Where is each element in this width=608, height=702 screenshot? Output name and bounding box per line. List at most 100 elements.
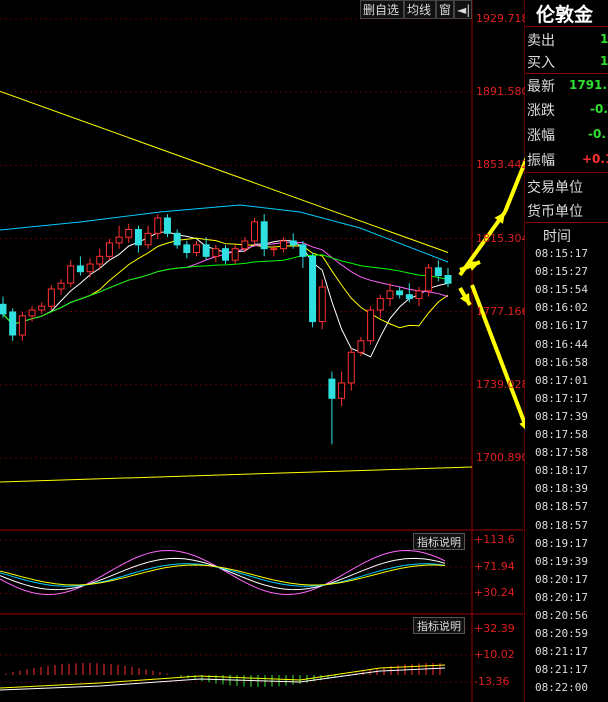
candle-body	[251, 221, 259, 242]
indicator-help-button-2[interactable]: 指标说明	[413, 617, 465, 634]
price-tick-label: 1853.442	[476, 158, 529, 172]
amplitude-label: 振幅	[527, 153, 555, 169]
candle-body	[76, 265, 84, 273]
price-tick-label: 1700.890	[476, 451, 529, 464]
oscillator-tick-label: +113.6	[474, 533, 515, 547]
oscillator-panels	[0, 549, 446, 691]
time-item: 08:19:17	[535, 536, 588, 550]
candle-body	[405, 294, 413, 300]
candle-body	[96, 255, 104, 265]
candle-body	[376, 298, 384, 311]
moving-average-lines	[0, 90, 449, 358]
time-header: 时间	[543, 229, 571, 245]
oscillator-tick-label: +32.39	[474, 621, 515, 635]
time-item: 08:19:39	[535, 554, 588, 568]
candle-body	[425, 267, 433, 292]
candle-body	[270, 248, 278, 251]
candle-body	[280, 240, 288, 250]
candle-body	[105, 242, 113, 257]
change-value: -0.	[590, 102, 608, 116]
candles	[0, 214, 452, 445]
trend-line	[0, 90, 449, 253]
candle-body	[86, 263, 94, 273]
price-tick-label: 1777.166	[476, 304, 529, 318]
delete-watchlist-button[interactable]: 删自选	[360, 0, 404, 19]
price-tick-label: 1891.580	[476, 85, 529, 99]
candle-body	[183, 244, 191, 254]
price-chart	[0, 0, 606, 702]
candle-body	[328, 378, 336, 399]
ma-line	[2, 254, 449, 326]
candle-body	[386, 290, 394, 300]
candle-body	[444, 275, 452, 284]
sell-value: 1	[600, 32, 608, 46]
buy-label: 买入	[527, 55, 555, 71]
time-item: 08:16:44	[535, 337, 588, 351]
time-item: 08:20:17	[535, 572, 588, 586]
candle-body	[18, 315, 26, 336]
indicator-help-button-1[interactable]: 指标说明	[413, 533, 465, 550]
time-item: 08:21:17	[535, 645, 588, 659]
candle-body	[202, 244, 210, 257]
candle-body	[434, 267, 442, 277]
amplitude-value: +0.1	[582, 152, 608, 166]
time-item: 08:17:17	[535, 391, 588, 405]
currency-unit-label: 货币单位	[527, 204, 583, 220]
price-tick-label: 1815.304	[476, 231, 529, 245]
grid-lines	[0, 0, 526, 702]
candle-body	[241, 240, 249, 250]
candle-body	[231, 248, 239, 261]
time-item: 08:20:17	[535, 590, 588, 604]
candle-body	[0, 303, 7, 315]
oscillator-line	[0, 564, 446, 586]
moving-average-button[interactable]: 均线	[404, 0, 436, 19]
pct-label: 涨幅	[527, 128, 555, 144]
time-item: 08:20:59	[535, 627, 588, 641]
time-item: 08:17:01	[535, 373, 588, 387]
oscillator-tick-label: +30.24	[474, 586, 515, 600]
candle-body	[163, 217, 171, 234]
time-item: 08:18:57	[535, 500, 588, 514]
candle-body	[134, 228, 142, 246]
candle-body	[318, 286, 326, 323]
latest-label: 最新	[527, 79, 555, 95]
instrument-title: 伦敦金	[536, 4, 594, 26]
time-item: 08:17:58	[535, 428, 588, 441]
oscillator-line	[0, 549, 446, 596]
time-item: 08:21:17	[535, 663, 588, 677]
time-item: 08:15:17	[535, 247, 588, 260]
candle-body	[309, 255, 317, 323]
candle-body	[47, 288, 55, 307]
macd-signal-line	[0, 664, 446, 689]
candle-body	[299, 244, 307, 257]
candle-body	[28, 309, 36, 317]
candle-body	[289, 240, 297, 246]
oscillator-tick-label: -13.36	[474, 675, 510, 689]
candle-body	[173, 232, 181, 246]
candle-body	[222, 248, 229, 261]
candle-body	[260, 221, 268, 250]
candle-body	[367, 309, 375, 342]
time-item: 08:18:39	[535, 482, 588, 496]
trade-unit-label: 交易单位	[527, 180, 583, 196]
candle-body	[154, 217, 162, 234]
candle-body	[212, 248, 220, 257]
candle-body	[347, 351, 355, 384]
sell-label: 卖出	[527, 33, 555, 49]
time-item: 08:15:27	[535, 265, 588, 279]
long-term-line	[0, 466, 473, 483]
time-item: 08:22:00	[535, 681, 588, 695]
candle-body	[338, 382, 346, 399]
latest-value: 1791.	[569, 78, 607, 92]
time-item: 08:20:56	[535, 609, 588, 622]
window-button[interactable]: 窗	[436, 0, 454, 19]
collapse-arrow-icon[interactable]: ◄|	[454, 0, 472, 19]
price-tick-label: 1929.718	[476, 12, 529, 25]
buy-value: 1	[600, 54, 608, 68]
time-item: 08:16:17	[535, 319, 588, 333]
candle-body	[125, 228, 133, 238]
time-item: 08:16:02	[535, 301, 588, 315]
candle-body	[9, 311, 17, 336]
candle-body	[357, 340, 365, 353]
candle-body	[67, 265, 75, 284]
